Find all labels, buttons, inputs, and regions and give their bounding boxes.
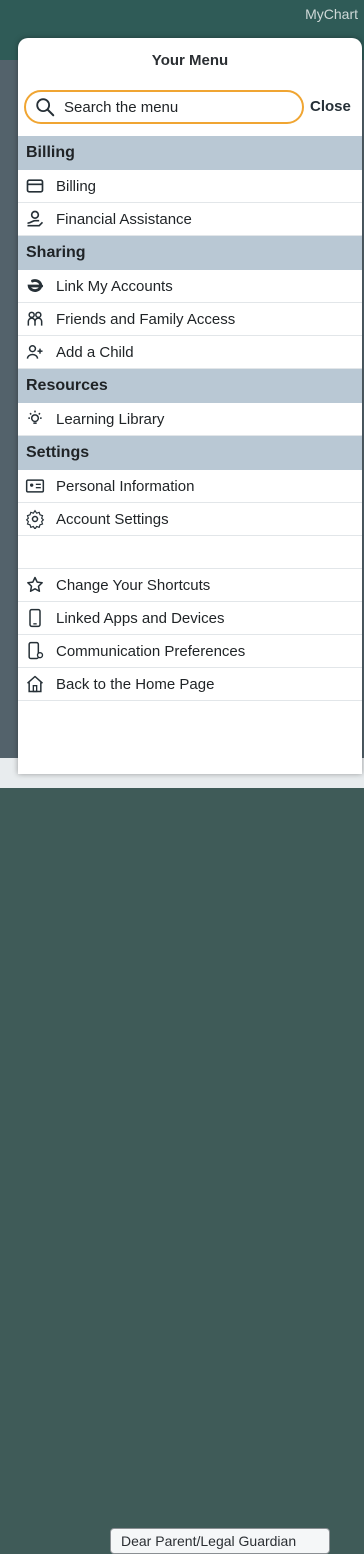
menu-item-label: Personal Information <box>56 477 195 495</box>
menu-item-account-settings[interactable]: Account Settings <box>18 503 362 536</box>
menu-title: Your Menu <box>151 52 229 69</box>
hand-coin-icon <box>24 208 46 230</box>
menu-sheet: Your Menu Close Billing Billing Financia… <box>18 38 362 774</box>
menu-item-label: Link My Accounts <box>56 277 173 295</box>
menu-item-personal-information[interactable]: Personal Information <box>18 470 362 503</box>
menu-item-label: Communication Preferences <box>56 642 246 660</box>
menu-item-linked-apps-devices[interactable]: Linked Apps and Devices <box>18 602 362 635</box>
phone-settings-icon <box>24 640 46 662</box>
section-sharing: Sharing <box>18 236 362 270</box>
id-card-icon <box>24 475 46 497</box>
menu-item-label: Financial Assistance <box>56 210 192 228</box>
star-outline-icon <box>24 574 46 596</box>
search-field[interactable] <box>24 90 304 124</box>
home-icon <box>24 673 46 695</box>
add-person-icon <box>24 341 46 363</box>
link-e-icon <box>24 275 46 297</box>
letter-preview[interactable]: Dear Parent/Legal Guardian <box>110 1528 330 1554</box>
menu-item-blank[interactable] <box>18 536 362 569</box>
gear-icon <box>24 508 46 530</box>
blank-icon <box>24 541 46 563</box>
menu-item-label: Change Your Shortcuts <box>56 576 211 594</box>
section-billing: Billing <box>18 136 362 170</box>
menu-item-link-my-accounts[interactable]: Link My Accounts <box>18 270 362 303</box>
menu-item-label: Account Settings <box>56 510 169 528</box>
menu-item-label: Linked Apps and Devices <box>56 609 225 627</box>
menu-item-financial-assistance[interactable]: Financial Assistance <box>18 203 362 236</box>
section-resources: Resources <box>18 369 362 403</box>
backdrop-left <box>0 60 18 788</box>
menu-item-change-shortcuts[interactable]: Change Your Shortcuts <box>18 569 362 602</box>
menu-item-label: Billing <box>56 177 97 195</box>
lightbulb-icon <box>24 408 46 430</box>
app-title: MyChart <box>305 6 358 22</box>
menu-item-label: Learning Library <box>56 410 165 428</box>
section-settings: Settings <box>18 436 362 470</box>
people-group-icon <box>24 308 46 330</box>
phone-icon <box>24 607 46 629</box>
search-input[interactable] <box>62 97 286 117</box>
menu-item-label: Add a Child <box>56 343 134 361</box>
menu-item-label: Back to the Home Page <box>56 675 215 693</box>
menu-item-learning-library[interactable]: Learning Library <box>18 403 362 436</box>
close-button[interactable]: Close <box>310 98 351 115</box>
menu-item-friends-family-access[interactable]: Friends and Family Access <box>18 303 362 336</box>
menu-item-communication-preferences[interactable]: Communication Preferences <box>18 635 362 668</box>
menu-item-billing[interactable]: Billing <box>18 170 362 203</box>
menu-item-label: Friends and Family Access <box>56 310 236 328</box>
menu-item-home-page[interactable]: Back to the Home Page <box>18 668 362 701</box>
search-icon <box>36 98 55 117</box>
menu-list: Billing Billing Financial Assistance Sha… <box>18 136 362 701</box>
menu-item-add-a-child[interactable]: Add a Child <box>18 336 362 369</box>
credit-card-icon <box>24 175 46 197</box>
